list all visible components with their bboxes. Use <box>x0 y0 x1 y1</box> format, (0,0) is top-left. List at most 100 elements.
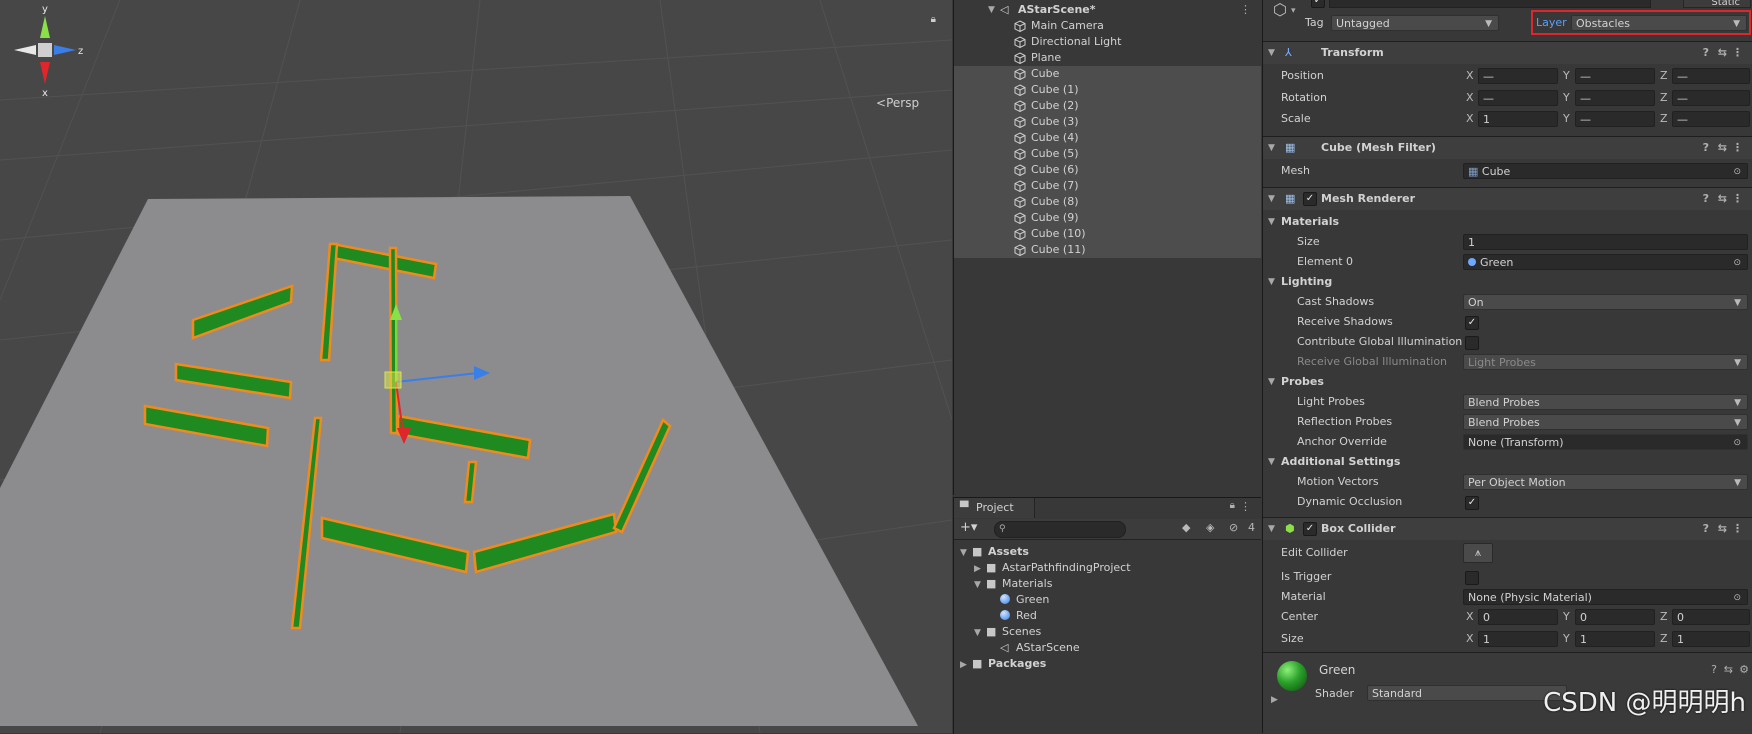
position-x-field[interactable]: — <box>1478 68 1558 84</box>
ground-plane[interactable] <box>0 196 918 726</box>
scale-z-field[interactable]: — <box>1672 111 1750 127</box>
center-x-field[interactable]: 0 <box>1478 609 1558 625</box>
box-collider-header[interactable]: ▼ ⬢ ✓ Box Collider ? ⇆ ⋮ <box>1263 517 1752 540</box>
expand-triangle-icon[interactable]: ▼ <box>960 545 972 561</box>
anchor-override-object-field[interactable]: None (Transform) ⊙ <box>1463 434 1748 450</box>
component-menu-icon[interactable]: ⋮ <box>1732 518 1743 540</box>
materials-size-field[interactable]: 1 <box>1463 234 1748 250</box>
object-picker-icon[interactable]: ⊙ <box>1733 164 1741 178</box>
project-tree-item[interactable]: ▼ ■ Scenes <box>974 624 1041 640</box>
box-collider-enabled-checkbox[interactable]: ✓ <box>1303 522 1317 536</box>
preset-icon[interactable]: ⇆ <box>1718 42 1727 64</box>
mesh-object-field[interactable]: ▦ Cube ⊙ <box>1463 163 1748 179</box>
project-menu-icon[interactable]: ⋮ <box>1240 500 1251 513</box>
scene-canvas[interactable] <box>0 0 952 733</box>
materials-foldout[interactable]: ▼ Materials <box>1263 212 1752 232</box>
scene-root-row[interactable]: ▼ ◁ AStarScene* ⋮ <box>954 2 1261 18</box>
size-y-field[interactable]: 1 <box>1575 631 1655 647</box>
foldout-icon[interactable]: ▼ <box>1268 272 1275 292</box>
hierarchy-item[interactable]: Cube (7) <box>954 178 1261 194</box>
help-icon[interactable]: ? <box>1711 663 1717 676</box>
hierarchy-item[interactable]: Cube (2) <box>954 98 1261 114</box>
foldout-icon[interactable]: ▼ <box>1268 452 1275 472</box>
position-y-field[interactable]: — <box>1575 68 1655 84</box>
rotation-y-field[interactable]: — <box>1575 90 1655 106</box>
hierarchy-item[interactable]: Main Camera <box>954 18 1261 34</box>
hierarchy-item[interactable]: Directional Light <box>954 34 1261 50</box>
scene-view[interactable]: y z x 🔒︎ <Persp <box>0 0 952 733</box>
motion-vectors-dropdown[interactable]: Per Object Motion ▼ <box>1463 474 1748 490</box>
rotation-z-field[interactable]: — <box>1672 90 1750 106</box>
project-panel[interactable]: ▀ Project 🔒︎ ⋮ +▾ ⚲ ◆ ◈ ⊘ 4 ▼ ■ Assets ▶ ■ As… <box>953 497 1261 734</box>
object-picker-icon[interactable]: ⊙ <box>1733 590 1741 604</box>
project-tab[interactable]: ▀ Project <box>954 498 1035 518</box>
gear-icon[interactable]: ⚙ <box>1739 663 1749 676</box>
layer-dropdown[interactable]: Obstacles ▼ <box>1571 15 1747 31</box>
object-picker-icon[interactable]: ⊙ <box>1733 435 1741 449</box>
scale-x-field[interactable]: 1 <box>1478 111 1558 127</box>
hidden-packages-icon[interactable]: ⊘ <box>1229 521 1238 534</box>
hierarchy-item[interactable]: Cube (3) <box>954 114 1261 130</box>
help-icon[interactable]: ? <box>1703 137 1709 159</box>
mesh-renderer-enabled-checkbox[interactable]: ✓ <box>1303 192 1317 206</box>
help-icon[interactable]: ? <box>1703 188 1709 210</box>
shader-dropdown[interactable]: Standard <box>1367 685 1567 701</box>
is-trigger-checkbox[interactable] <box>1465 571 1479 585</box>
preset-icon[interactable]: ⇆ <box>1718 137 1727 159</box>
hierarchy-item[interactable]: Cube (8) <box>954 194 1261 210</box>
inspector-panel[interactable]: ⬡ ▾ ✓ Static Tag Untagged ▼ Layer Obstacl… <box>1262 0 1752 733</box>
foldout-icon[interactable]: ▼ <box>1268 372 1275 392</box>
project-tree-item[interactable]: ▶ ■ AstarPathfindingProject <box>974 560 1131 576</box>
scene-menu-icon[interactable]: ⋮ <box>1240 2 1251 18</box>
element-0-field[interactable]: Green ⊙ <box>1463 254 1748 270</box>
filter-label-icon[interactable]: ◈ <box>1206 521 1214 534</box>
hierarchy-panel[interactable]: ▼ ◁ AStarScene* ⋮ Main Camera Directional… <box>953 0 1261 495</box>
size-x-field[interactable]: 1 <box>1478 631 1558 647</box>
filter-type-icon[interactable]: ◆ <box>1182 521 1190 534</box>
project-tree-item[interactable]: ▶ ■ Packages <box>960 656 1046 672</box>
static-toggle[interactable]: Static <box>1683 0 1751 8</box>
light-probes-dropdown[interactable]: Blend Probes ▼ <box>1463 394 1748 410</box>
material-foldout-icon[interactable]: ▶ <box>1271 695 1278 705</box>
lighting-foldout[interactable]: ▼ Lighting <box>1263 272 1752 292</box>
hierarchy-item[interactable]: Cube (6) <box>954 162 1261 178</box>
lock-icon[interactable]: 🔒︎ <box>931 14 936 25</box>
expand-triangle-icon[interactable]: ▼ <box>988 2 995 18</box>
hierarchy-item[interactable]: Cube (9) <box>954 210 1261 226</box>
help-icon[interactable]: ? <box>1703 42 1709 64</box>
tag-dropdown[interactable]: Untagged ▼ <box>1331 15 1499 31</box>
dynamic-occlusion-checkbox[interactable]: ✓ <box>1465 496 1479 510</box>
edit-collider-button[interactable]: ⩚ <box>1463 543 1493 563</box>
preset-icon[interactable]: ⇆ <box>1718 188 1727 210</box>
hierarchy-item[interactable]: Cube (4) <box>954 130 1261 146</box>
reflection-probes-dropdown[interactable]: Blend Probes ▼ <box>1463 414 1748 430</box>
hierarchy-item[interactable]: Cube (10) <box>954 226 1261 242</box>
hierarchy-item[interactable]: Cube (11) <box>954 242 1261 258</box>
cast-shadows-dropdown[interactable]: On ▼ <box>1463 294 1748 310</box>
project-search-input[interactable]: ⚲ <box>994 521 1126 538</box>
additional-settings-foldout[interactable]: ▼ Additional Settings <box>1263 452 1752 472</box>
rotation-x-field[interactable]: — <box>1478 90 1558 106</box>
center-z-field[interactable]: 0 <box>1672 609 1750 625</box>
mesh-renderer-header[interactable]: ▼ ▦ ✓ Mesh Renderer ? ⇆ ⋮ <box>1263 187 1752 210</box>
mesh-filter-header[interactable]: ▼ ▦ Cube (Mesh Filter) ? ⇆ ⋮ <box>1263 136 1752 159</box>
help-icon[interactable]: ? <box>1703 518 1709 540</box>
expand-triangle-icon[interactable]: ▼ <box>974 625 986 641</box>
center-y-field[interactable]: 0 <box>1575 609 1655 625</box>
component-menu-icon[interactable]: ⋮ <box>1732 137 1743 159</box>
hierarchy-item[interactable]: Cube <box>954 66 1261 82</box>
size-z-field[interactable]: 1 <box>1672 631 1750 647</box>
hierarchy-item[interactable]: Plane <box>954 50 1261 66</box>
preset-icon[interactable]: ⇆ <box>1718 518 1727 540</box>
project-tree-item[interactable]: ▼ ■ Assets <box>960 544 1029 560</box>
foldout-icon[interactable]: ▼ <box>1268 188 1275 210</box>
contribute-gi-checkbox[interactable] <box>1465 336 1479 350</box>
project-tree-item[interactable]: ▼ ■ Materials <box>974 576 1052 592</box>
probes-foldout[interactable]: ▼ Probes <box>1263 372 1752 392</box>
collapse-triangle-icon[interactable]: ▶ <box>960 657 972 673</box>
active-checkbox[interactable]: ✓ <box>1311 0 1325 8</box>
hierarchy-item[interactable]: Cube (1) <box>954 82 1261 98</box>
project-lock-icon[interactable]: 🔒︎ <box>1230 500 1235 511</box>
foldout-icon[interactable]: ▼ <box>1268 518 1275 540</box>
project-tree-item[interactable]: Red <box>988 608 1037 624</box>
